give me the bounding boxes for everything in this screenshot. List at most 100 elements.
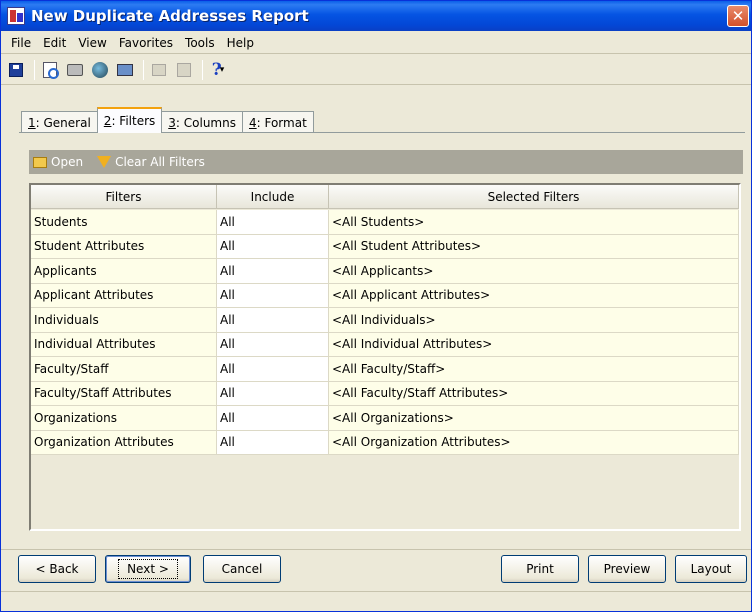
include-cell[interactable]: All	[217, 283, 329, 308]
menu-file[interactable]: File	[5, 36, 37, 50]
tab-filters-key: 2	[103, 114, 112, 128]
printer-icon	[67, 63, 83, 76]
include-cell[interactable]: All	[217, 430, 329, 455]
include-cell[interactable]: All	[217, 357, 329, 382]
grid-header: Filters Include Selected Filters	[31, 185, 739, 209]
globe-icon	[92, 61, 108, 78]
disabled-image-icon	[152, 63, 166, 76]
selected-filters-cell[interactable]: <All Individuals>	[329, 308, 739, 333]
report-window: New Duplicate Addresses Report ✕ File Ed…	[0, 0, 752, 612]
print-preview-button[interactable]	[39, 59, 61, 81]
chevron-down-icon: ▾	[219, 64, 225, 75]
disabled-tool-button-1	[148, 59, 170, 81]
table-row[interactable]: Organizations All <All Organizations>	[31, 406, 739, 431]
window-title: New Duplicate Addresses Report	[31, 7, 309, 25]
toolbar-separator	[202, 59, 203, 80]
clear-all-filters-button[interactable]: Clear All Filters	[97, 155, 205, 169]
selected-filters-cell[interactable]: <All Faculty/Staff>	[329, 357, 739, 382]
menu-favorites[interactable]: Favorites	[113, 36, 179, 50]
close-button[interactable]: ✕	[727, 5, 749, 27]
selected-filters-cell[interactable]: <All Students>	[329, 210, 739, 235]
filter-name-cell[interactable]: Faculty/Staff Attributes	[31, 381, 217, 406]
include-cell[interactable]: All	[217, 308, 329, 333]
next-button[interactable]: Next >	[105, 555, 191, 583]
filter-name-cell[interactable]: Applicants	[31, 259, 217, 284]
tab-columns[interactable]: 3: Columns	[161, 111, 243, 133]
selected-filters-cell[interactable]: <All Applicants>	[329, 259, 739, 284]
selected-filters-cell[interactable]: <All Student Attributes>	[329, 234, 739, 259]
clear-all-filters-label: Clear All Filters	[115, 155, 205, 169]
back-button[interactable]: < Back	[18, 555, 96, 583]
tab-general-label: : General	[35, 115, 91, 130]
menu-tools[interactable]: Tools	[179, 36, 221, 50]
tab-format-label: : Format	[256, 115, 307, 130]
selected-filters-cell[interactable]: <All Faculty/Staff Attributes>	[329, 381, 739, 406]
tab-filters-label: : Filters	[111, 114, 156, 128]
table-row[interactable]: Applicants All <All Applicants>	[31, 259, 739, 284]
tab-columns-label: : Columns	[175, 115, 236, 130]
selected-filters-cell[interactable]: <All Organizations>	[329, 406, 739, 431]
table-row[interactable]: Individual Attributes All <All Individua…	[31, 332, 739, 357]
include-cell[interactable]: All	[217, 406, 329, 431]
filters-grid: Filters Include Selected Filters Student…	[29, 183, 741, 531]
tab-filters[interactable]: 2: Filters	[96, 107, 163, 133]
selected-filters-cell[interactable]: <All Applicant Attributes>	[329, 283, 739, 308]
selected-filters-cell[interactable]: <All Individual Attributes>	[329, 332, 739, 357]
help-button[interactable]: ? ▾	[207, 59, 229, 81]
filter-name-cell[interactable]: Students	[31, 210, 217, 235]
open-button[interactable]: Open	[33, 155, 83, 169]
status-bar	[1, 591, 751, 612]
preview-button[interactable]: Preview	[588, 555, 666, 583]
filter-name-cell[interactable]: Faculty/Staff	[31, 357, 217, 382]
table-row[interactable]: Faculty/Staff Attributes All <All Facult…	[31, 381, 739, 406]
table-row[interactable]: Individuals All <All Individuals>	[31, 308, 739, 333]
filter-name-cell[interactable]: Organizations	[31, 406, 217, 431]
grid-rows: Students All <All Students> Student Attr…	[31, 210, 739, 455]
save-button[interactable]	[5, 59, 27, 81]
export-icon	[117, 63, 133, 76]
include-cell[interactable]: All	[217, 259, 329, 284]
tab-general[interactable]: 1: General	[21, 111, 98, 133]
column-header-selected-filters[interactable]: Selected Filters	[329, 185, 739, 209]
cancel-button[interactable]: Cancel	[203, 555, 281, 583]
layout-button[interactable]: Layout	[675, 555, 747, 583]
menu-edit[interactable]: Edit	[37, 36, 72, 50]
include-cell[interactable]: All	[217, 234, 329, 259]
table-row[interactable]: Student Attributes All <All Student Attr…	[31, 234, 739, 259]
disabled-properties-icon	[177, 62, 191, 77]
tab-columns-key: 3	[168, 115, 176, 130]
filter-name-cell[interactable]: Individuals	[31, 308, 217, 333]
tab-format[interactable]: 4: Format	[241, 111, 314, 133]
export-button[interactable]	[114, 59, 136, 81]
menu-view[interactable]: View	[72, 36, 112, 50]
column-header-include[interactable]: Include	[217, 185, 329, 209]
include-cell[interactable]: All	[217, 332, 329, 357]
selected-filters-cell[interactable]: <All Organization Attributes>	[329, 430, 739, 455]
next-button-label: Next >	[118, 559, 178, 579]
bottom-button-bar: < Back Next > Cancel Print Preview Layou…	[1, 549, 751, 585]
tab-format-key: 4	[248, 115, 257, 130]
menu-help[interactable]: Help	[221, 36, 260, 50]
title-bar[interactable]: New Duplicate Addresses Report ✕	[1, 1, 751, 31]
print-report-button[interactable]: Print	[501, 555, 579, 583]
toolbar-separator	[34, 59, 35, 80]
table-row[interactable]: Faculty/Staff All <All Faculty/Staff>	[31, 357, 739, 382]
filter-name-cell[interactable]: Organization Attributes	[31, 430, 217, 455]
include-cell[interactable]: All	[217, 381, 329, 406]
filter-name-cell[interactable]: Student Attributes	[31, 234, 217, 259]
web-button[interactable]	[89, 59, 111, 81]
filter-name-cell[interactable]: Applicant Attributes	[31, 283, 217, 308]
include-cell[interactable]: All	[217, 210, 329, 235]
column-header-filters[interactable]: Filters	[31, 185, 217, 209]
tab-strip: 1: General 2: Filters 3: Columns 4: Form…	[21, 107, 314, 133]
print-button[interactable]	[64, 59, 86, 81]
tab-general-key: 1	[28, 115, 36, 130]
filter-action-bar: Open Clear All Filters	[29, 150, 743, 174]
filter-name-cell[interactable]: Individual Attributes	[31, 332, 217, 357]
toolbar-separator	[143, 59, 144, 80]
funnel-clear-icon	[97, 156, 112, 168]
app-icon	[7, 7, 25, 25]
table-row[interactable]: Students All <All Students>	[31, 210, 739, 235]
table-row[interactable]: Applicant Attributes All <All Applicant …	[31, 283, 739, 308]
table-row[interactable]: Organization Attributes All <All Organiz…	[31, 430, 739, 455]
